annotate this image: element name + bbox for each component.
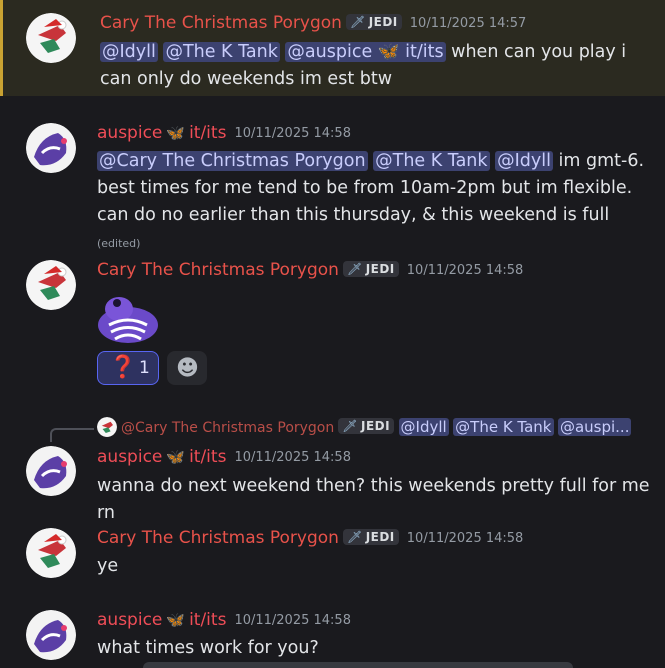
- butterfly-icon: 🦋: [166, 611, 186, 629]
- role-tag[interactable]: 🗡 JEDI: [342, 529, 399, 545]
- username-auspice[interactable]: auspice: [97, 123, 162, 143]
- mention[interactable]: @auspice 🦋 it/its: [285, 42, 446, 62]
- tag-label: JEDI: [365, 262, 395, 276]
- add-reaction-button[interactable]: ☻: [167, 351, 207, 385]
- cary-avatar[interactable]: [26, 260, 76, 310]
- mention[interactable]: @Cary The Christmas Porygon: [97, 151, 368, 171]
- reaction-count: 1: [139, 358, 150, 378]
- message-header: auspice 🦋 it/its 10/11/2025 14:58: [97, 123, 351, 143]
- message-header: Cary The Christmas Porygon 🗡 JEDI 10/11/202…: [100, 13, 526, 33]
- timestamp[interactable]: 10/11/2025 14:57: [410, 16, 527, 31]
- message-header: auspice 🦋 it/its 10/11/2025 14:58: [97, 447, 351, 467]
- mention[interactable]: @The K Tank: [373, 151, 490, 171]
- sword-icon: 🗡: [349, 15, 366, 29]
- message-text: ye: [97, 556, 119, 576]
- username-cary[interactable]: Cary The Christmas Porygon: [100, 13, 342, 33]
- role-tag[interactable]: 🗡 JEDI: [342, 261, 399, 277]
- message-body: what times work for you?: [97, 635, 657, 662]
- cary-avatar[interactable]: [26, 13, 76, 63]
- message-header: Cary The Christmas Porygon 🗡 JEDI 10/11/202…: [97, 260, 523, 280]
- reply-connector: [50, 428, 94, 442]
- sword-icon: 🗡: [342, 419, 358, 433]
- role-tag[interactable]: 🗡 JEDI: [345, 14, 402, 30]
- pronouns: it/its: [189, 447, 227, 467]
- pronouns: it/its: [189, 610, 227, 630]
- reply-preview[interactable]: @Cary The Christmas Porygon 🗡 JEDI @Idyll …: [97, 417, 657, 437]
- timestamp[interactable]: 10/11/2025 14:58: [407, 531, 524, 546]
- message: auspice 🦋 it/its 10/11/2025 14:58 what time…: [0, 597, 665, 666]
- message-header: Cary The Christmas Porygon 🗡 JEDI 10/11/202…: [97, 528, 523, 548]
- cary-mini-avatar: [97, 417, 117, 437]
- message-sticker: Cary The Christmas Porygon 🗡 JEDI 10/11/202…: [0, 247, 665, 392]
- reaction-question[interactable]: ❓ 1: [97, 351, 159, 385]
- timestamp[interactable]: 10/11/2025 14:58: [407, 263, 524, 278]
- smiley-icon: ☻: [176, 356, 199, 381]
- message-input-edge[interactable]: [143, 662, 573, 668]
- mention[interactable]: @Idyll: [100, 42, 158, 62]
- auspice-avatar[interactable]: [26, 610, 76, 660]
- tag-label: JEDI: [360, 419, 391, 433]
- timestamp[interactable]: 10/11/2025 14:58: [234, 126, 351, 141]
- butterfly-icon: 🦋: [166, 124, 186, 142]
- message-reply: @Cary The Christmas Porygon 🗡 JEDI @Idyll …: [0, 413, 665, 523]
- message: auspice 🦋 it/its 10/11/2025 14:58 @Cary The…: [0, 110, 665, 250]
- message-header: auspice 🦋 it/its 10/11/2025 14:58: [97, 610, 351, 630]
- mention[interactable]: @The K Tank: [163, 42, 280, 62]
- message-text: what times work for you?: [97, 638, 319, 658]
- username-auspice[interactable]: auspice: [97, 447, 162, 467]
- username-cary[interactable]: Cary The Christmas Porygon: [97, 260, 339, 280]
- sword-icon: 🗡: [346, 530, 363, 544]
- username-cary[interactable]: Cary The Christmas Porygon: [97, 528, 339, 548]
- butterfly-icon: 🦋: [166, 448, 186, 466]
- reply-author[interactable]: @Cary The Christmas Porygon: [121, 420, 334, 436]
- mention: @auspi...: [557, 418, 632, 436]
- question-mark-icon: ❓: [109, 355, 137, 380]
- role-tag: 🗡 JEDI: [338, 418, 395, 434]
- mention[interactable]: @Idyll: [495, 151, 553, 171]
- auspice-avatar[interactable]: [26, 123, 76, 173]
- timestamp[interactable]: 10/11/2025 14:58: [234, 450, 351, 465]
- message-highlighted: Cary The Christmas Porygon 🗡 JEDI 10/11/202…: [0, 0, 665, 96]
- username-auspice[interactable]: auspice: [97, 610, 162, 630]
- timestamp[interactable]: 10/11/2025 14:58: [234, 613, 351, 628]
- message-body: @Idyll @The K Tank @auspice 🦋 it/its whe…: [100, 39, 660, 93]
- message-body: ye: [97, 553, 657, 580]
- pronouns: it/its: [189, 123, 227, 143]
- tag-label: JEDI: [368, 15, 398, 29]
- mention: @The K Tank: [453, 418, 554, 436]
- sword-icon: 🗡: [346, 262, 363, 276]
- auspice-avatar[interactable]: [26, 446, 76, 496]
- chat-log: Cary The Christmas Porygon 🗡 JEDI 10/11/202…: [0, 0, 665, 668]
- cary-avatar[interactable]: [26, 528, 76, 578]
- mention: @Idyll: [398, 418, 449, 436]
- tag-label: JEDI: [365, 530, 395, 544]
- message: Cary The Christmas Porygon 🗡 JEDI 10/11/202…: [0, 515, 665, 585]
- message-body: @Cary The Christmas Porygon @The K Tank …: [97, 148, 657, 257]
- purple-frog-sticker[interactable]: [97, 291, 159, 343]
